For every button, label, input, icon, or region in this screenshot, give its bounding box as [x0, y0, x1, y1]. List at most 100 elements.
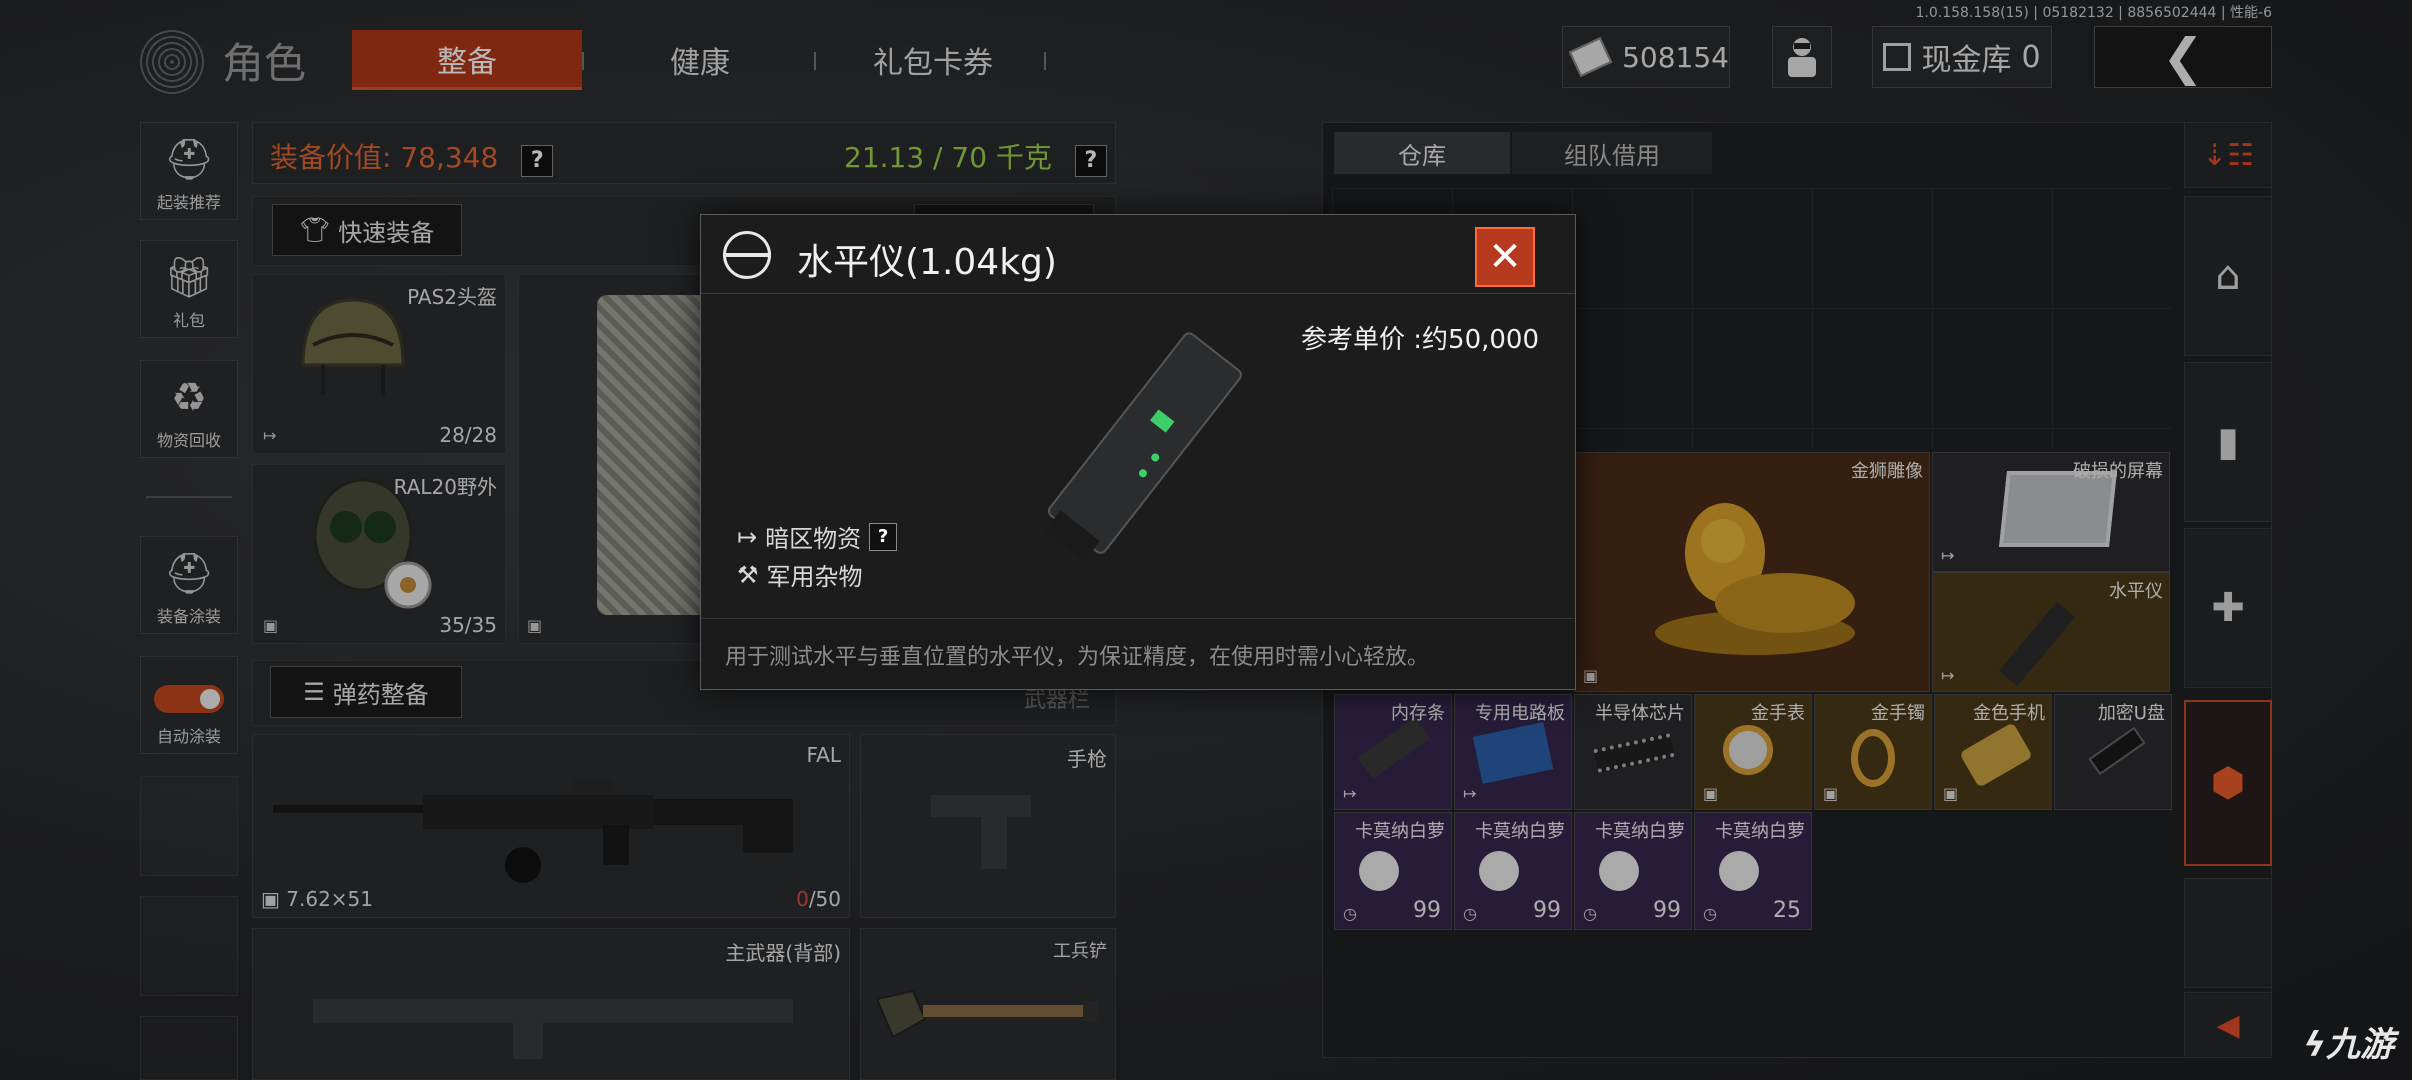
helmet-name: PAS2头盔 — [407, 285, 497, 309]
export-icon: ↦ — [737, 522, 758, 551]
ammo-equip-button[interactable]: ☰ 弹药整备 — [270, 666, 462, 718]
cash-vault-button[interactable]: 现金库 0 — [1872, 26, 2052, 88]
usb-drive-icon — [2088, 726, 2146, 776]
item-count: 99 — [1533, 898, 1561, 923]
clock-icon: ◷ — [1583, 904, 1597, 923]
primary-weapon-name: FAL — [806, 743, 842, 767]
gold-lion-icon — [1655, 503, 1855, 655]
rail-ammo[interactable]: ▮ — [2184, 362, 2272, 522]
paint-button[interactable]: ⛑ 装备涂装 — [140, 536, 238, 634]
character-logo-icon — [140, 30, 204, 94]
mask-durability: 35/35 — [439, 613, 497, 637]
recycle-label: 物资回收 — [156, 431, 221, 450]
auto-paint-toggle[interactable]: 自动涂装 — [140, 656, 238, 754]
quick-equip-button[interactable]: 👕︎ 快速装备 — [272, 204, 462, 256]
item-name: 卡莫纳白萝 — [1355, 821, 1445, 842]
cash-vault-label: 现金库 — [1921, 43, 2012, 78]
tab-team-borrow[interactable]: 组队借用 — [1512, 132, 1712, 174]
cash-stack-icon — [1568, 36, 1613, 78]
tab-loadout[interactable]: 整备 — [352, 30, 582, 90]
item-detail-popup: 水平仪(1.04kg) ✕ 参考单价 :约50,000 ↦ 暗区物资 ? ⚒ 军… — [700, 214, 1576, 690]
radish-icon — [1599, 851, 1639, 891]
cube-icon: ▣ — [527, 616, 543, 635]
ram-stick-icon — [1357, 717, 1431, 779]
item-count: 25 — [1773, 898, 1801, 923]
paint-icon: ⛑ — [163, 551, 215, 597]
rail-medical[interactable]: ✚ — [2184, 528, 2272, 688]
storage-item-semiconductor[interactable]: 半导体芯片 — [1574, 694, 1692, 810]
item-name: 金手镯 — [1871, 703, 1925, 724]
helmet-slot[interactable]: PAS2头盔 ↦ 28/28 — [252, 274, 506, 454]
storage-item-gold-bracelet[interactable]: 金手镯 ▣ — [1814, 694, 1932, 810]
rail-home[interactable]: ⌂ — [2184, 196, 2272, 356]
storage-item-gold-phone[interactable]: 金色手机 ▣ — [1934, 694, 2052, 810]
value-help-icon[interactable]: ? — [521, 144, 554, 177]
storage-item-radish[interactable]: 卡莫纳白萝 ◷ 25 — [1694, 812, 1812, 930]
export-icon: ↦ — [1463, 784, 1477, 803]
pistol-slot[interactable]: 手枪 — [860, 734, 1116, 918]
tab-warehouse[interactable]: 仓库 — [1334, 132, 1510, 174]
magazine-icon: ▮ — [2216, 419, 2239, 465]
gift-icon: 🎁︎ — [163, 255, 215, 301]
circuit-board-icon — [1472, 722, 1554, 784]
loadout-recommend-button[interactable]: ⛑ 起装推荐 — [140, 122, 238, 220]
cube-icon: ▣ — [1823, 784, 1839, 803]
ammo-count: 0/50 — [796, 887, 841, 911]
storage-item-encrypted-usb[interactable]: 加密U盘 — [2054, 694, 2172, 810]
item-name: 内存条 — [1391, 703, 1445, 724]
tab-gift-coupons[interactable]: 礼包卡券 — [836, 30, 1030, 90]
close-button[interactable]: ✕ — [1475, 227, 1535, 287]
melee-slot[interactable]: 工兵铲 — [860, 928, 1116, 1080]
primary-weapon-slot[interactable]: FAL ▣ 7.62×51 0/50 — [252, 734, 850, 918]
weight-help-icon[interactable]: ? — [1074, 144, 1107, 177]
cube-icon: ▣ — [1943, 784, 1959, 803]
back-button[interactable]: ❮ — [2094, 26, 2272, 88]
radish-icon — [1359, 851, 1399, 891]
storage-item-gold-lion[interactable]: 金狮雕像 ▣ — [1574, 452, 1930, 692]
tag-help-icon[interactable]: ? — [869, 522, 898, 551]
paint-label: 装备涂装 — [156, 607, 221, 626]
item-name: 破损的屏幕 — [2073, 461, 2163, 482]
armor-slot[interactable]: ▣ — [518, 274, 717, 644]
profile-button[interactable] — [1772, 26, 1832, 88]
storage-item-gold-watch[interactable]: 金手表 ▣ — [1694, 694, 1812, 810]
sort-button[interactable]: ⇣☷ — [2184, 122, 2272, 188]
rail-loot[interactable]: ⬢ — [2184, 700, 2272, 866]
export-icon: ↦ — [1941, 666, 1955, 685]
radish-icon — [1479, 851, 1519, 891]
caliber-label: ▣ 7.62×51 — [261, 887, 373, 911]
tab-health[interactable]: 健康 — [600, 30, 800, 90]
sidebar-empty-slot — [140, 776, 238, 876]
gift-button[interactable]: 🎁︎ 礼包 — [140, 240, 238, 338]
weight-value: 21.13 / 70 千克 — [844, 141, 1052, 174]
page-title: 角色 — [222, 39, 307, 88]
storage-item-radish[interactable]: 卡莫纳白萝 ◷ 99 — [1454, 812, 1572, 930]
back-weapon-label: 主武器(背部) — [725, 941, 841, 965]
wrench-icon: ⚒ — [737, 560, 759, 589]
cube-icon: ▣ — [261, 887, 287, 911]
loadout-recommend-label: 起装推荐 — [156, 193, 221, 212]
arrow-left-icon: ◀ — [2216, 1007, 2240, 1043]
helmet-icon: ⛑ — [163, 137, 215, 183]
storage-item-radish[interactable]: 卡莫纳白萝 ◷ 99 — [1574, 812, 1692, 930]
storage-item-level[interactable]: 水平仪 ↦ — [1932, 572, 2170, 692]
globe-icon — [723, 231, 771, 279]
watermark: ϟ九游 — [2304, 1017, 2394, 1066]
item-count: 99 — [1413, 898, 1441, 923]
mask-slot[interactable]: RAL20野外 ▣ 35/35 — [252, 464, 506, 644]
rail-collapse[interactable]: ◀ — [2184, 992, 2272, 1058]
storage-item-circuit-board[interactable]: 专用电路板 ↦ — [1454, 694, 1572, 810]
cube-icon: ▣ — [1703, 784, 1719, 803]
money-display[interactable]: 508154 — [1562, 26, 1730, 88]
tag-label: 暗区物资 — [765, 525, 862, 553]
storage-item-ram[interactable]: 内存条 ↦ — [1334, 694, 1452, 810]
level-tool-image — [1044, 332, 1242, 562]
back-weapon-slot[interactable]: 主武器(背部) — [252, 928, 850, 1080]
tab-divider — [1044, 52, 1046, 70]
storage-item-radish[interactable]: 卡莫纳白萝 ◷ 99 — [1334, 812, 1452, 930]
vault-icon — [1883, 43, 1912, 71]
pistol-label: 手枪 — [1067, 747, 1107, 771]
recycle-button[interactable]: ♻ 物资回收 — [140, 360, 238, 458]
item-count: 99 — [1653, 898, 1681, 923]
storage-item-broken-screen[interactable]: 破损的屏幕 ↦ — [1932, 452, 2170, 572]
